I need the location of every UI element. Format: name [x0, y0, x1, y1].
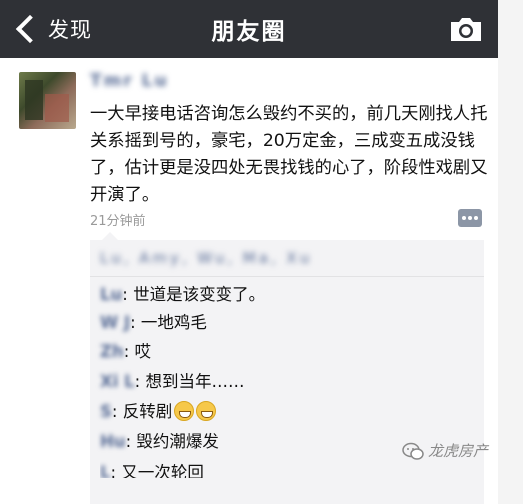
comment-author[interactable]: S [100, 399, 112, 425]
comment-author[interactable]: Xi L [100, 369, 135, 395]
comment-item[interactable]: W J: 一地鸡毛 [100, 310, 207, 336]
likes-names[interactable]: Lu, Amy, Wu, Ma, Xu [100, 249, 312, 267]
comment-text: 哎 [134, 342, 152, 361]
comment-text: 世道是该变变了。 [133, 285, 266, 304]
comment-text: 又一次轮回 [121, 463, 204, 478]
camera-icon[interactable] [448, 14, 484, 44]
comment-author[interactable]: Lu [100, 282, 122, 308]
comment-item[interactable]: S: 反转剧 [100, 399, 217, 425]
comment-author[interactable]: W J [100, 310, 130, 336]
likes-row: Lu, Amy, Wu, Ma, Xu [90, 240, 484, 277]
comment-item[interactable]: Zh: 哎 [100, 339, 151, 365]
comment-text: 反转剧 [122, 402, 173, 421]
wechat-icon [402, 442, 424, 460]
grin-emoji-icon [174, 401, 195, 421]
top-nav-bar: 发现 朋友圈 [0, 0, 498, 58]
comment-item[interactable]: L: 又一次轮回 [100, 460, 204, 478]
comment-author[interactable]: Hu [100, 429, 126, 455]
comment-item[interactable]: Xi L: 想到当年…… [100, 369, 244, 395]
avatar[interactable] [19, 72, 76, 129]
post-author-name[interactable]: Tmr Lu [90, 71, 169, 91]
comment-author[interactable]: Zh [100, 339, 124, 365]
watermark: 龙虎房产 [402, 440, 488, 461]
comment-item[interactable]: Hu: 毁约潮爆发 [100, 429, 219, 455]
comments-panel: Lu, Amy, Wu, Ma, Xu Lu: 世道是该变变了。 W J: 一地… [90, 232, 484, 504]
comment-text: 毁约潮爆发 [136, 432, 219, 451]
comment-text: 想到当年…… [145, 372, 245, 391]
comment-more-button[interactable] [458, 209, 482, 227]
watermark-text: 龙虎房产 [428, 442, 489, 460]
post-text: 一大早接电话咨询怎么毁约不买的，前几天刚找人托关系摇到号的，豪宅，20万定金，三… [90, 104, 488, 205]
grin-emoji-icon [196, 401, 217, 421]
comment-author[interactable]: L [100, 460, 111, 478]
page-title: 朋友圈 [211, 19, 287, 45]
post-timestamp: 21分钟前 [90, 214, 146, 229]
screen-edge [498, 0, 523, 504]
comment-text: 一地鸡毛 [140, 313, 207, 332]
comment-item[interactable]: Lu: 世道是该变变了。 [100, 282, 265, 308]
